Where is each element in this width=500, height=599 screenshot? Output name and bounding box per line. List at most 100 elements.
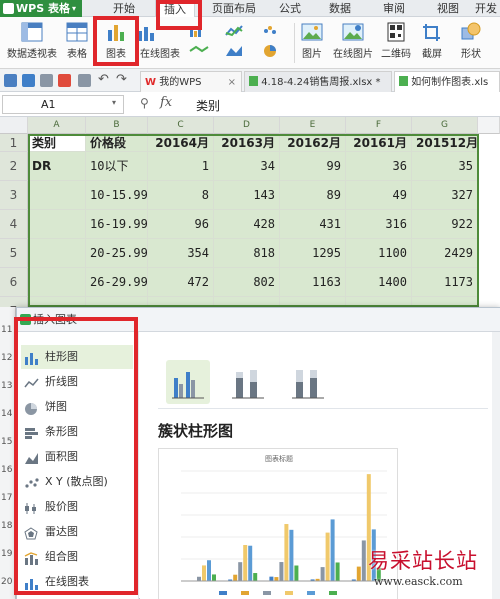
table-cell[interactable]: 49 [346,181,412,210]
table-cell[interactable]: 35 [412,152,478,181]
close-icon[interactable]: × [228,72,236,92]
table-cell[interactable]: 2429 [412,239,478,268]
table-cell[interactable]: DR [28,152,86,181]
export-pdf-icon[interactable] [58,74,71,87]
table-cell[interactable]: 36 [346,152,412,181]
preview-bar [294,565,299,581]
qr-code-button[interactable]: 二维码 [379,20,413,66]
table-cell[interactable]: 10以下 [86,152,148,181]
undo-icon[interactable]: ↶ [98,72,109,87]
table-cell[interactable]: 34 [214,152,280,181]
pivot-table-button[interactable]: 数据透视表 [2,20,62,66]
table-cell[interactable]: 89 [280,181,346,210]
table-cell[interactable]: 922 [412,210,478,239]
row-header[interactable]: 1 [0,134,28,152]
select-all-corner[interactable] [0,117,28,134]
table-cell[interactable]: 26-29.99 [86,268,148,297]
column-header-g[interactable]: G [412,117,478,134]
table-header-cell[interactable]: 类别 [28,134,86,152]
table-cell[interactable]: 818 [214,239,280,268]
table-button[interactable]: 表格 [62,20,92,66]
table-cell[interactable]: 1295 [280,239,346,268]
column-header-a[interactable]: A [28,117,86,134]
table-cell[interactable]: 327 [412,181,478,210]
table-cell[interactable] [28,181,86,210]
table-cell[interactable]: 20-25.99 [86,239,148,268]
table-cell[interactable]: 1 [148,152,214,181]
column-header-d[interactable]: D [214,117,280,134]
wps-app-menu-button[interactable]: WPS 表格 ▾ [0,0,82,17]
row-header[interactable]: 2 [0,152,28,181]
table-header-cell[interactable]: 20162月 [280,134,346,152]
column-header-b[interactable]: B [86,117,148,134]
table-cell[interactable]: 1163 [280,268,346,297]
table-cell[interactable]: 10-15.99 [86,181,148,210]
save-icon[interactable] [22,74,35,87]
app-name: WPS 表格 [16,2,70,15]
table-cell[interactable] [28,210,86,239]
table-cell[interactable]: 428 [214,210,280,239]
table-cell[interactable]: 143 [214,181,280,210]
table-cell[interactable]: 431 [280,210,346,239]
table-cell[interactable]: 316 [346,210,412,239]
table-header-cell[interactable]: 价格段 [86,134,148,152]
legend-swatch [307,591,315,595]
shape-button[interactable]: 形状 [451,20,491,66]
table-cell[interactable]: 99 [280,152,346,181]
clustered-column-thumbnail[interactable] [166,360,210,404]
zoom-search-icon[interactable]: ⚲ [140,96,149,110]
table-header-cell[interactable]: 20163月 [214,134,280,152]
spreadsheet-grid: A B C D E F G 12345678 类别价格段20164月20163月… [0,117,500,343]
tab-my-wps[interactable]: W 我的WPS × [140,71,242,92]
row-header[interactable]: 4 [0,210,28,239]
table-cell[interactable]: 802 [214,268,280,297]
tab-sales-report[interactable]: 4.18-4.24销售周报.xlsx * [244,71,392,92]
table-cell[interactable]: 1100 [346,239,412,268]
preview-bar [248,545,253,581]
menu-review[interactable]: 审阅 [374,0,414,17]
menu-bar: WPS 表格 ▾ 开始 插入 页面布局 公式 数据 审阅 视图 开发 [0,0,500,18]
menu-page-layout[interactable]: 页面布局 [205,0,263,17]
menu-data[interactable]: 数据 [320,0,360,17]
menu-formula[interactable]: 公式 [270,0,310,17]
menu-view[interactable]: 视图 [428,0,468,17]
table-cell[interactable] [28,239,86,268]
screenshot-button[interactable]: 截屏 [415,20,449,66]
table-header-cell[interactable]: 201512月 [412,134,478,152]
table-cell[interactable]: 96 [148,210,214,239]
print-preview-icon[interactable] [78,74,91,87]
picture-button[interactable]: 图片 [298,20,326,66]
new-file-icon[interactable] [4,74,17,87]
table-cell[interactable]: 1173 [412,268,478,297]
row-header[interactable]: 5 [0,239,28,268]
table-cell[interactable]: 1400 [346,268,412,297]
table-cell[interactable]: 354 [148,239,214,268]
column-header-h[interactable] [478,117,500,134]
legend-swatch [263,591,271,595]
chevron-down-icon[interactable]: ▾ [112,98,116,107]
formula-input[interactable]: 类别 [196,97,220,114]
table-header-cell[interactable]: 20161月 [346,134,412,152]
table-header-cell[interactable]: 20164月 [148,134,214,152]
fx-icon[interactable]: fx [160,95,172,110]
tab-how-to-make-chart[interactable]: 如何制作图表.xls [394,71,500,92]
column-header-e[interactable]: E [280,117,346,134]
stacked-column-icon [232,370,264,399]
online-picture-button[interactable]: 在线图片 [330,20,376,66]
table-cell[interactable]: 16-19.99 [86,210,148,239]
table-cell[interactable] [28,268,86,297]
row-header[interactable]: 6 [0,268,28,297]
table-cell[interactable]: 8 [148,181,214,210]
print-icon[interactable] [40,74,53,87]
column-header-f[interactable]: F [346,117,412,134]
column-header-c[interactable]: C [148,117,214,134]
highlight-chart-button [93,16,139,66]
redo-icon[interactable]: ↷ [116,72,127,87]
row-header[interactable]: 3 [0,181,28,210]
menu-developer[interactable]: 开发 [475,0,500,17]
stacked-column-thumbnail[interactable] [226,360,270,404]
percent-stacked-column-thumbnail[interactable] [286,360,330,404]
menu-home[interactable]: 开始 [104,0,144,17]
table-cell[interactable]: 472 [148,268,214,297]
name-box[interactable]: A1 [2,95,124,114]
